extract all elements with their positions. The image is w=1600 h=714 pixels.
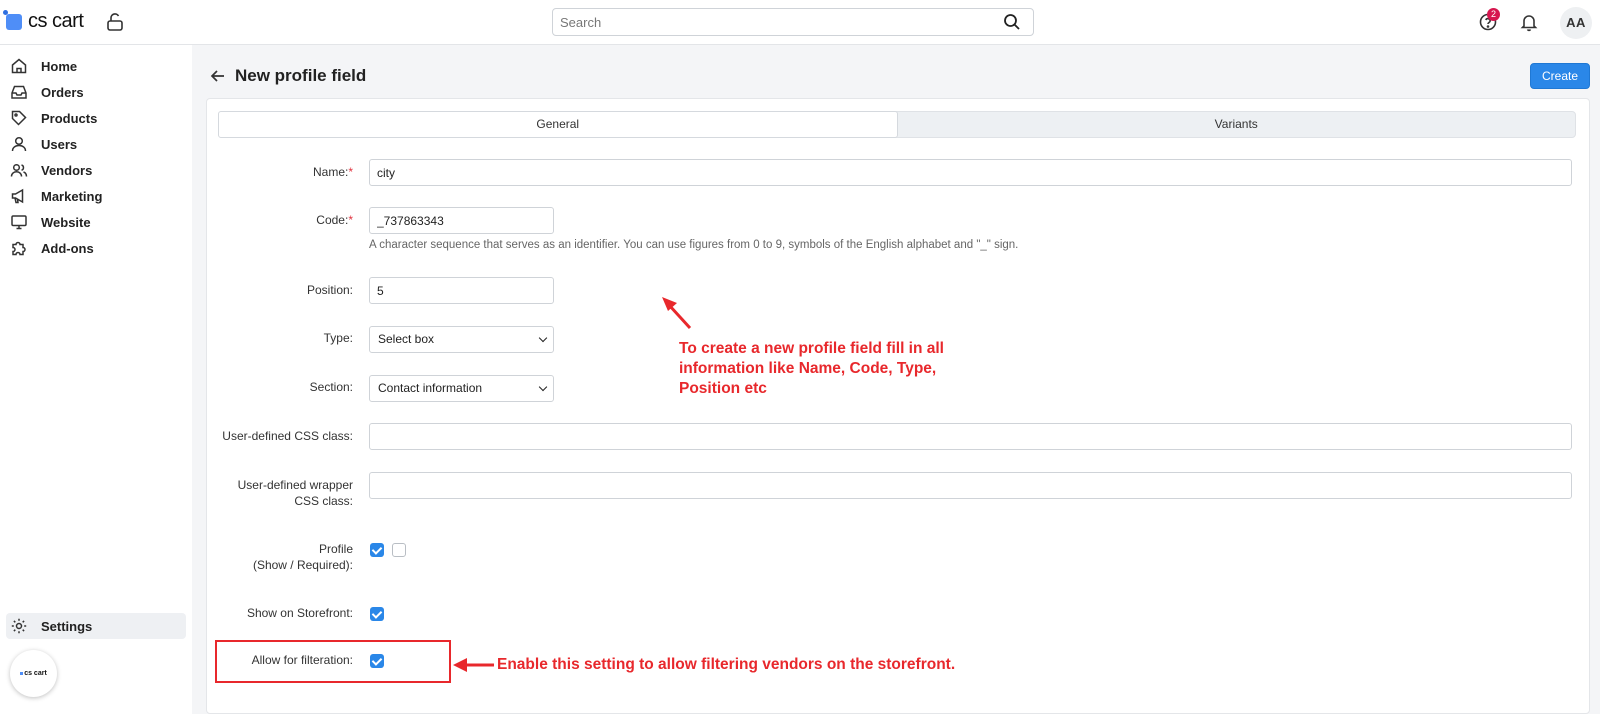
- show-on-storefront-label: Show on Storefront:: [246, 606, 353, 620]
- name-field[interactable]: [369, 159, 1572, 186]
- inbox-icon: [11, 85, 27, 99]
- required-asterisk: *: [348, 213, 353, 227]
- sidebar-item-vendors[interactable]: Vendors: [6, 157, 186, 183]
- profile-label-line1: Profile: [318, 542, 353, 556]
- sidebar-item-home[interactable]: Home: [6, 53, 186, 79]
- type-label: Type:: [323, 331, 353, 345]
- annotation-note-create: To create a new profile field fill in al…: [679, 339, 944, 399]
- sidebar-item-label: Website: [41, 214, 91, 230]
- home-icon: [11, 58, 27, 74]
- sidebar-item-add-ons[interactable]: Add-ons: [6, 235, 186, 261]
- sidebar-item-users[interactable]: Users: [6, 131, 186, 157]
- annotation-highlight-box: [215, 640, 451, 683]
- code-hint: A character sequence that serves as an i…: [369, 239, 1019, 251]
- search-input[interactable]: [553, 9, 973, 35]
- annotation-line: information like Name, Code, Type,: [679, 360, 937, 377]
- required-asterisk: *: [348, 165, 353, 179]
- monitor-icon: [11, 215, 27, 230]
- user-icon: [11, 136, 27, 152]
- name-label: Name:*: [312, 165, 353, 179]
- sidebar-item-label: Marketing: [41, 188, 103, 204]
- users-icon: [10, 163, 28, 177]
- wrapper-css-label: User-defined wrapper CSS class:: [193, 477, 353, 509]
- create-button[interactable]: Create: [1530, 63, 1590, 89]
- wrapper-css-label-line2: CSS class:: [294, 494, 353, 508]
- profile-required-checkbox[interactable]: [392, 543, 406, 557]
- sidebar-item-label: Users: [41, 136, 78, 152]
- sidebar-item-website[interactable]: Website: [6, 209, 186, 235]
- cs-cart-logo[interactable]: cs cart: [3, 9, 84, 33]
- section-select[interactable]: Contact information: [369, 375, 554, 402]
- search-box[interactable]: [552, 8, 1034, 36]
- sidebar-item-orders[interactable]: Orders: [6, 79, 186, 105]
- top-bar: cs cart 2 AA: [0, 0, 1600, 45]
- annotation-line: To create a new profile field fill in al…: [679, 340, 944, 357]
- sidebar-item-label: Products: [41, 110, 98, 126]
- megaphone-icon: [11, 188, 24, 204]
- sidebar-item-label: Vendors: [41, 162, 93, 178]
- sidebar-item-label: Add-ons: [41, 240, 94, 256]
- position-field[interactable]: [369, 277, 554, 304]
- code-field[interactable]: [369, 207, 554, 234]
- profile-show-checkbox[interactable]: [370, 543, 384, 557]
- sidebar-item-label: Orders: [41, 84, 84, 100]
- page-title: New profile field: [235, 66, 367, 85]
- section-label: Section:: [309, 380, 353, 394]
- annotation-note-filter: Enable this setting to allow filtering v…: [497, 656, 956, 673]
- cs-cart-badge-logo[interactable]: cs cart: [10, 650, 57, 697]
- gear-icon: [11, 618, 27, 634]
- sidebar-item-label: Settings: [41, 618, 93, 634]
- bottom-logo-text: cs cart: [24, 670, 47, 677]
- bell-icon[interactable]: [1519, 12, 1539, 32]
- sidebar-item-products[interactable]: Products: [6, 105, 186, 131]
- logo-mark-icon: [3, 9, 22, 30]
- annotation-line: Position etc: [679, 380, 767, 397]
- form-panel: [206, 98, 1590, 714]
- avatar[interactable]: AA: [1560, 7, 1592, 39]
- tab-bar: General Variants: [218, 111, 1576, 138]
- tab-general[interactable]: General: [218, 111, 898, 138]
- puzzle-icon: [12, 241, 26, 256]
- css-class-field[interactable]: [369, 423, 1572, 450]
- lock-icon[interactable]: [106, 12, 124, 32]
- profile-label: Profile (Show / Required):: [193, 541, 353, 573]
- sidebar-item-label: Home: [41, 58, 78, 74]
- sidebar-item-settings[interactable]: Settings: [6, 613, 186, 639]
- search-icon[interactable]: [1003, 13, 1021, 31]
- notification-badge: 2: [1487, 8, 1500, 21]
- show-on-storefront-checkbox[interactable]: [370, 607, 384, 621]
- logo-text: cs cart: [28, 10, 84, 32]
- back-arrow-icon[interactable]: [209, 67, 227, 85]
- tab-variants[interactable]: Variants: [898, 112, 1576, 137]
- position-label: Position:: [306, 283, 353, 297]
- profile-label-line2: (Show / Required):: [252, 558, 353, 572]
- css-class-label: User-defined CSS class:: [222, 429, 353, 443]
- sidebar-item-marketing[interactable]: Marketing: [6, 183, 186, 209]
- wrapper-css-label-line1: User-defined wrapper: [237, 478, 353, 492]
- sidebar: Home Orders Products Users Vendors Marke…: [0, 45, 192, 714]
- type-select[interactable]: Select box: [369, 326, 554, 353]
- wrapper-css-field[interactable]: [369, 472, 1572, 499]
- tag-icon: [11, 110, 27, 126]
- logo-mark-icon: [20, 672, 24, 675]
- code-label: Code:*: [316, 213, 353, 227]
